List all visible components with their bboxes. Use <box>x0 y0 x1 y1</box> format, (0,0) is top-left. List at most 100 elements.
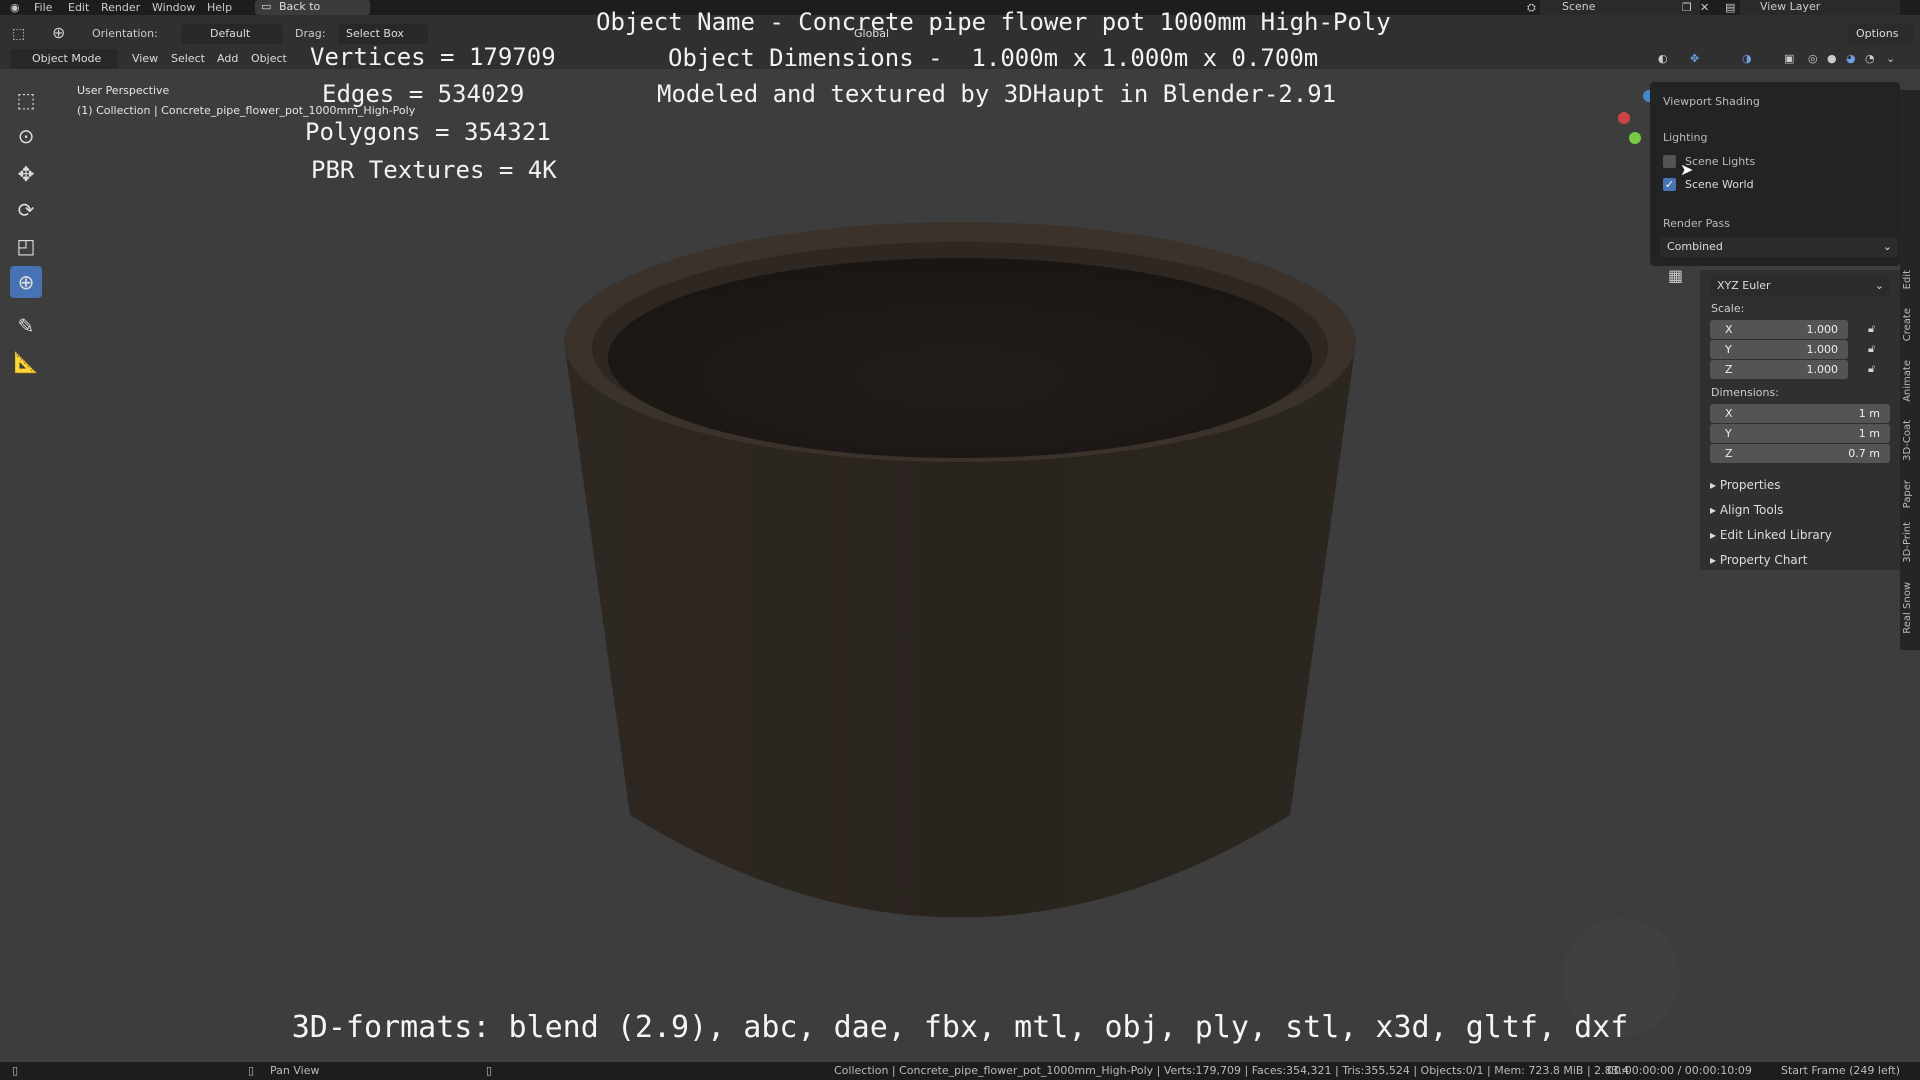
view-layer-icon[interactable]: ▤ <box>1725 1 1735 14</box>
menu-file[interactable]: File <box>34 1 52 14</box>
gizmo-y-axis[interactable] <box>1629 132 1641 144</box>
frame-info: Start Frame (249 left) <box>1781 1064 1901 1077</box>
dimensions-label: Dimensions: <box>1711 386 1779 399</box>
menu-window[interactable]: Window <box>152 1 195 14</box>
orientation-dropdown[interactable]: Default <box>182 24 282 44</box>
scene-lights-label: Scene Lights <box>1685 155 1756 168</box>
gizmo-x-axis[interactable] <box>1618 112 1630 124</box>
tab-3d-coat[interactable]: 3D-Coat <box>1902 420 1918 461</box>
lock-icon[interactable]: 🔓︎ <box>1868 342 1875 356</box>
xray-icon[interactable]: ▣ <box>1784 49 1794 69</box>
back-to-previous-button[interactable]: ▭ Back to Previous <box>255 0 370 27</box>
gizmo-icon[interactable]: ✥ <box>1690 49 1699 69</box>
chevron-right-icon: ▸ <box>1710 478 1720 492</box>
lock-icon[interactable]: 🔓︎ <box>1868 362 1875 376</box>
visibility-icon[interactable]: ◐ <box>1658 49 1668 69</box>
object-dimensions-text: Object Dimensions - 1.000m x 1.000m x 0.… <box>668 44 1319 72</box>
cursor-tool-icon[interactable]: ⊙ <box>10 120 42 152</box>
scale-y-field[interactable]: Y 1.000 <box>1710 340 1848 359</box>
editor-type-icon[interactable]: ⬚ <box>12 24 25 44</box>
solid-shading-icon[interactable]: ● <box>1827 49 1837 69</box>
left-toolbar: ⬚ ⊙ ✥ ⟳ ◰ ⊕ ✎ 📐 <box>8 84 48 384</box>
rotate-tool-icon[interactable]: ⟳ <box>10 194 42 226</box>
edit-linked-library-section[interactable]: ▸ Edit Linked Library <box>1710 528 1832 542</box>
menu-render[interactable]: Render <box>101 1 140 14</box>
tab-animate[interactable]: Animate <box>1902 360 1918 402</box>
dimension-x-field[interactable]: X1 m <box>1710 404 1890 423</box>
properties-section[interactable]: ▸ Properties <box>1710 478 1781 492</box>
object-menu[interactable]: Object <box>251 49 287 69</box>
formats-text: 3D-formats: blend (2.9), abc, dae, fbx, … <box>291 1010 1629 1045</box>
vertices-count-text: Vertices = 179709 <box>310 43 556 71</box>
scene-lights-checkbox[interactable] <box>1663 155 1676 168</box>
sidebar-tabs: Edit Create Animate 3D-Coat Paper 3D-Pri… <box>1900 90 1920 650</box>
mouse-icon: ▯ <box>12 1064 19 1077</box>
add-menu[interactable]: Add <box>217 49 238 69</box>
chevron-right-icon: ▸ <box>1710 503 1720 517</box>
render-pass-dropdown[interactable]: Combined ⌄ <box>1660 237 1898 257</box>
scale-x-field[interactable]: X 1.000 <box>1710 320 1848 339</box>
view-menu[interactable]: View <box>132 49 158 69</box>
scale-z-field[interactable]: Z 1.000 <box>1710 360 1848 379</box>
tab-create[interactable]: Create <box>1902 308 1918 341</box>
dimension-y-field[interactable]: Y1 m <box>1710 424 1890 443</box>
property-chart-section[interactable]: ▸ Property Chart <box>1710 553 1807 567</box>
move-tool-icon[interactable]: ✥ <box>10 158 42 190</box>
scale-label: Scale: <box>1711 302 1745 315</box>
object-name-text: Object Name - Concrete pipe flower pot 1… <box>596 8 1391 36</box>
view-perspective-label: User Perspective <box>77 84 170 97</box>
material-shading-icon[interactable]: ◕ <box>1846 49 1856 69</box>
mouse-cursor-icon: ➤ <box>1680 160 1694 179</box>
scale-tool-icon[interactable]: ◰ <box>10 230 42 262</box>
active-tool-icon[interactable]: ⊕ <box>52 23 65 43</box>
new-scene-icon[interactable]: ❐ <box>1682 1 1692 14</box>
wireframe-shading-icon[interactable]: ◎ <box>1808 49 1818 69</box>
align-tools-section[interactable]: ▸ Align Tools <box>1710 503 1783 517</box>
scene-statistics: Collection | Concrete_pipe_flower_pot_10… <box>834 1064 1630 1077</box>
mode-dropdown[interactable]: Object Mode <box>10 49 118 69</box>
edges-count-text: Edges = 534029 <box>322 80 525 108</box>
mouse-icon: ▯ <box>486 1064 493 1077</box>
timecode: 00:00:00:00 / 00:00:10:09 <box>1607 1064 1752 1077</box>
rendered-shading-icon[interactable]: ◔ <box>1865 49 1875 69</box>
transform-tool-icon[interactable]: ⊕ <box>10 266 42 298</box>
drag-label: Drag: <box>295 27 326 40</box>
status-bar: ▯ ▯ Pan View ▯ Collection | Concrete_pip… <box>0 1062 1920 1080</box>
select-menu[interactable]: Select <box>171 49 205 69</box>
credit-text: Modeled and textured by 3DHaupt in Blend… <box>657 80 1337 108</box>
flower-pot-mesh[interactable] <box>560 210 1360 1020</box>
orientation-label: Orientation: <box>92 27 158 40</box>
chevron-down-icon: ⌄ <box>1882 240 1892 253</box>
overlays-icon[interactable]: ◑ <box>1742 49 1752 69</box>
tab-paper[interactable]: Paper <box>1902 480 1918 508</box>
scene-selector[interactable]: Scene <box>1540 0 1700 15</box>
blender-logo-icon[interactable]: ◉ <box>10 1 20 14</box>
measure-tool-icon[interactable]: 📐 <box>10 346 42 378</box>
rotation-mode-dropdown[interactable]: XYZ Euler ⌄ <box>1710 276 1890 296</box>
lighting-label: Lighting <box>1663 131 1708 144</box>
tab-3d-print[interactable]: 3D-Print <box>1902 522 1918 563</box>
popover-title: Viewport Shading <box>1663 95 1760 108</box>
grid-icon[interactable]: ▦ <box>1668 266 1683 285</box>
chevron-right-icon: ▸ <box>1710 528 1720 542</box>
dimension-z-field[interactable]: Z 0.7 m <box>1710 444 1890 463</box>
view-layer-selector[interactable]: View Layer <box>1740 0 1900 15</box>
screen-icon: ▭ <box>261 0 272 13</box>
polygons-count-text: Polygons = 354321 <box>305 118 551 146</box>
tab-edit[interactable]: Edit <box>1902 270 1918 289</box>
tab-real-snow[interactable]: Real Snow <box>1902 582 1918 634</box>
menu-edit[interactable]: Edit <box>68 1 89 14</box>
chevron-down-icon: ⌄ <box>1874 279 1884 292</box>
sidebar-n-panel: XYZ Euler ⌄ Scale: X 1.000 Y 1.000 Z 1.000 … <box>1700 270 1900 570</box>
shading-chevron-down-icon[interactable]: ⌄ <box>1886 49 1895 69</box>
scene-world-checkbox[interactable]: ✓ <box>1663 178 1676 191</box>
scene-icon[interactable]: ⛭ <box>1527 1 1536 15</box>
drag-dropdown[interactable]: Select Box <box>338 24 428 44</box>
menu-help[interactable]: Help <box>207 1 232 14</box>
annotate-tool-icon[interactable]: ✎ <box>10 310 42 342</box>
scene-world-label: Scene World <box>1685 178 1754 191</box>
lock-icon[interactable]: 🔓︎ <box>1868 322 1875 336</box>
options-button[interactable]: Options <box>1848 24 1914 44</box>
delete-scene-icon[interactable]: ✕ <box>1700 1 1709 14</box>
select-box-tool-icon[interactable]: ⬚ <box>10 84 42 116</box>
